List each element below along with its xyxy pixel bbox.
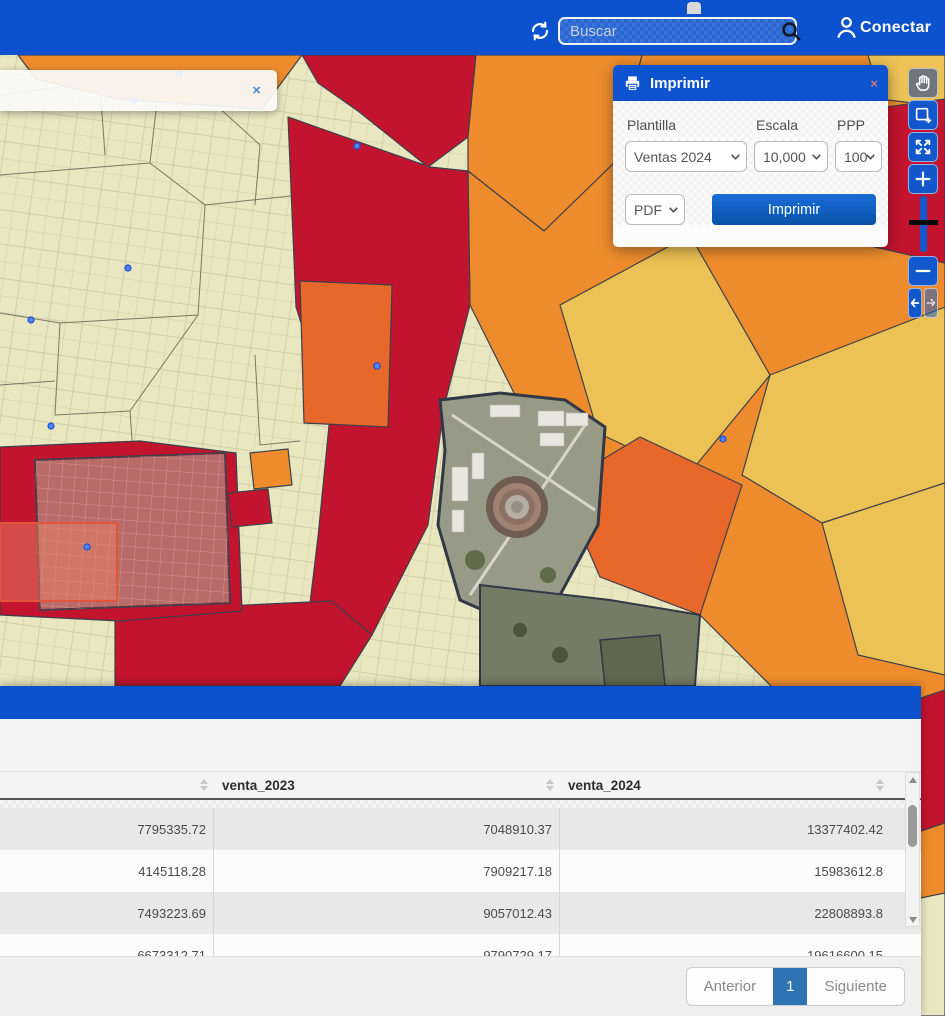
table-cell: 22808893.8 bbox=[560, 892, 890, 934]
pagination: Anterior 1 Siguiente bbox=[686, 967, 905, 1006]
ppp-label: PPP bbox=[835, 113, 882, 141]
table-cell: 7795335.72 bbox=[0, 808, 214, 850]
table-header-row: venta_2023 venta_2024 bbox=[0, 772, 921, 800]
column-header-0[interactable] bbox=[0, 772, 214, 798]
hand-icon bbox=[913, 73, 934, 94]
column-header-venta-2024[interactable]: venta_2024 bbox=[560, 772, 890, 798]
search-input[interactable] bbox=[560, 23, 779, 40]
zoom-out-button[interactable] bbox=[908, 256, 938, 286]
stadium-rings bbox=[486, 476, 548, 538]
column-header-venta-2023[interactable]: venta_2023 bbox=[214, 772, 560, 798]
scroll-up-icon[interactable] bbox=[906, 773, 919, 786]
table-cell: 9057012.43 bbox=[214, 892, 560, 934]
results-strip-panel: × bbox=[0, 70, 277, 111]
top-header-bar: Conectar bbox=[0, 0, 945, 55]
table-scrollbar[interactable] bbox=[905, 772, 920, 927]
pagination-prev[interactable]: Anterior bbox=[687, 968, 774, 1005]
escala-label: Escala bbox=[754, 113, 828, 141]
table-cell: 7493223.69 bbox=[0, 892, 214, 934]
zoom-in-button[interactable] bbox=[908, 164, 938, 194]
table-cell: 7048910.37 bbox=[214, 808, 560, 850]
sort-icon[interactable] bbox=[876, 779, 884, 791]
app-viewport: Conectar × Imprimir × Plantilla Escala P… bbox=[0, 0, 945, 1016]
refresh-icon[interactable] bbox=[528, 19, 552, 43]
previous-extent-button[interactable] bbox=[908, 288, 922, 318]
pagination-page-1[interactable]: 1 bbox=[773, 968, 807, 1005]
table-row[interactable]: 6673312.719790729.1719616600.15 bbox=[0, 934, 921, 956]
full-extent-button[interactable] bbox=[908, 132, 938, 162]
sort-icon[interactable] bbox=[546, 779, 554, 791]
table-cell: 9790729.17 bbox=[214, 934, 560, 956]
scroll-down-icon[interactable] bbox=[906, 913, 919, 926]
scrollbar-thumb[interactable] bbox=[908, 805, 917, 847]
table-cell: 6673312.71 bbox=[0, 934, 214, 956]
print-dialog: Imprimir × Plantilla Escala PPP Ventas 2… bbox=[613, 65, 888, 247]
escala-select[interactable]: 10,000 bbox=[754, 141, 828, 172]
map-toolbar bbox=[908, 68, 939, 320]
connect-label: Conectar bbox=[860, 19, 931, 37]
plantilla-select[interactable]: Ventas 2024 bbox=[625, 141, 747, 172]
table-cell: 15983612.8 bbox=[560, 850, 890, 892]
printer-icon bbox=[623, 74, 642, 93]
zoom-slider-handle[interactable] bbox=[909, 220, 938, 225]
table-row[interactable]: 7795335.727048910.3713377402.42 bbox=[0, 808, 921, 850]
arrow-left-icon bbox=[909, 296, 921, 310]
user-icon bbox=[833, 14, 860, 41]
ppp-select[interactable]: 100 bbox=[835, 141, 882, 172]
zoom-box-button[interactable] bbox=[908, 100, 938, 130]
expand-arrows-icon bbox=[913, 137, 933, 157]
print-button[interactable]: Imprimir bbox=[712, 194, 876, 225]
attribute-panel-titlebar bbox=[0, 686, 921, 719]
table-cell: 13377402.42 bbox=[560, 808, 890, 850]
print-dialog-title: Imprimir bbox=[650, 75, 710, 92]
close-icon[interactable]: × bbox=[252, 82, 261, 99]
search-icon[interactable] bbox=[779, 19, 803, 43]
table-row[interactable]: 7493223.699057012.4322808893.8 bbox=[0, 892, 921, 934]
pagination-next[interactable]: Siguiente bbox=[807, 968, 904, 1005]
print-dialog-body: Plantilla Escala PPP Ventas 2024 10,000 bbox=[613, 101, 888, 225]
next-extent-button[interactable] bbox=[924, 288, 938, 318]
table-cell: 7909217.18 bbox=[214, 850, 560, 892]
close-icon[interactable]: × bbox=[870, 76, 878, 91]
zoom-slider[interactable] bbox=[908, 196, 939, 252]
table-cell: 19616600.15 bbox=[560, 934, 890, 956]
search-box bbox=[558, 17, 797, 45]
search-popup-notch bbox=[687, 2, 701, 14]
selection-rectangle bbox=[0, 523, 117, 601]
plus-icon bbox=[913, 169, 933, 189]
attribute-table-panel: venta_2023 venta_2024 7795335.727048910.… bbox=[0, 686, 921, 1016]
attribute-panel-toolzone bbox=[0, 719, 921, 772]
format-select[interactable]: PDF bbox=[625, 194, 685, 225]
arrow-right-dotted-icon bbox=[925, 296, 937, 310]
minus-icon bbox=[913, 261, 933, 281]
pan-hand-button[interactable] bbox=[908, 68, 938, 98]
table-footer: Anterior 1 Siguiente bbox=[0, 956, 921, 1016]
print-dialog-header: Imprimir × bbox=[613, 65, 888, 101]
table-row[interactable]: 4145118.287909217.1815983612.8 bbox=[0, 850, 921, 892]
connect-button[interactable]: Conectar bbox=[833, 14, 931, 41]
sort-icon[interactable] bbox=[200, 779, 208, 791]
plantilla-label: Plantilla bbox=[625, 113, 747, 141]
table-body: 7795335.727048910.3713377402.424145118.2… bbox=[0, 800, 921, 956]
table-cell: 4145118.28 bbox=[0, 850, 214, 892]
zoom-box-icon bbox=[913, 105, 933, 125]
